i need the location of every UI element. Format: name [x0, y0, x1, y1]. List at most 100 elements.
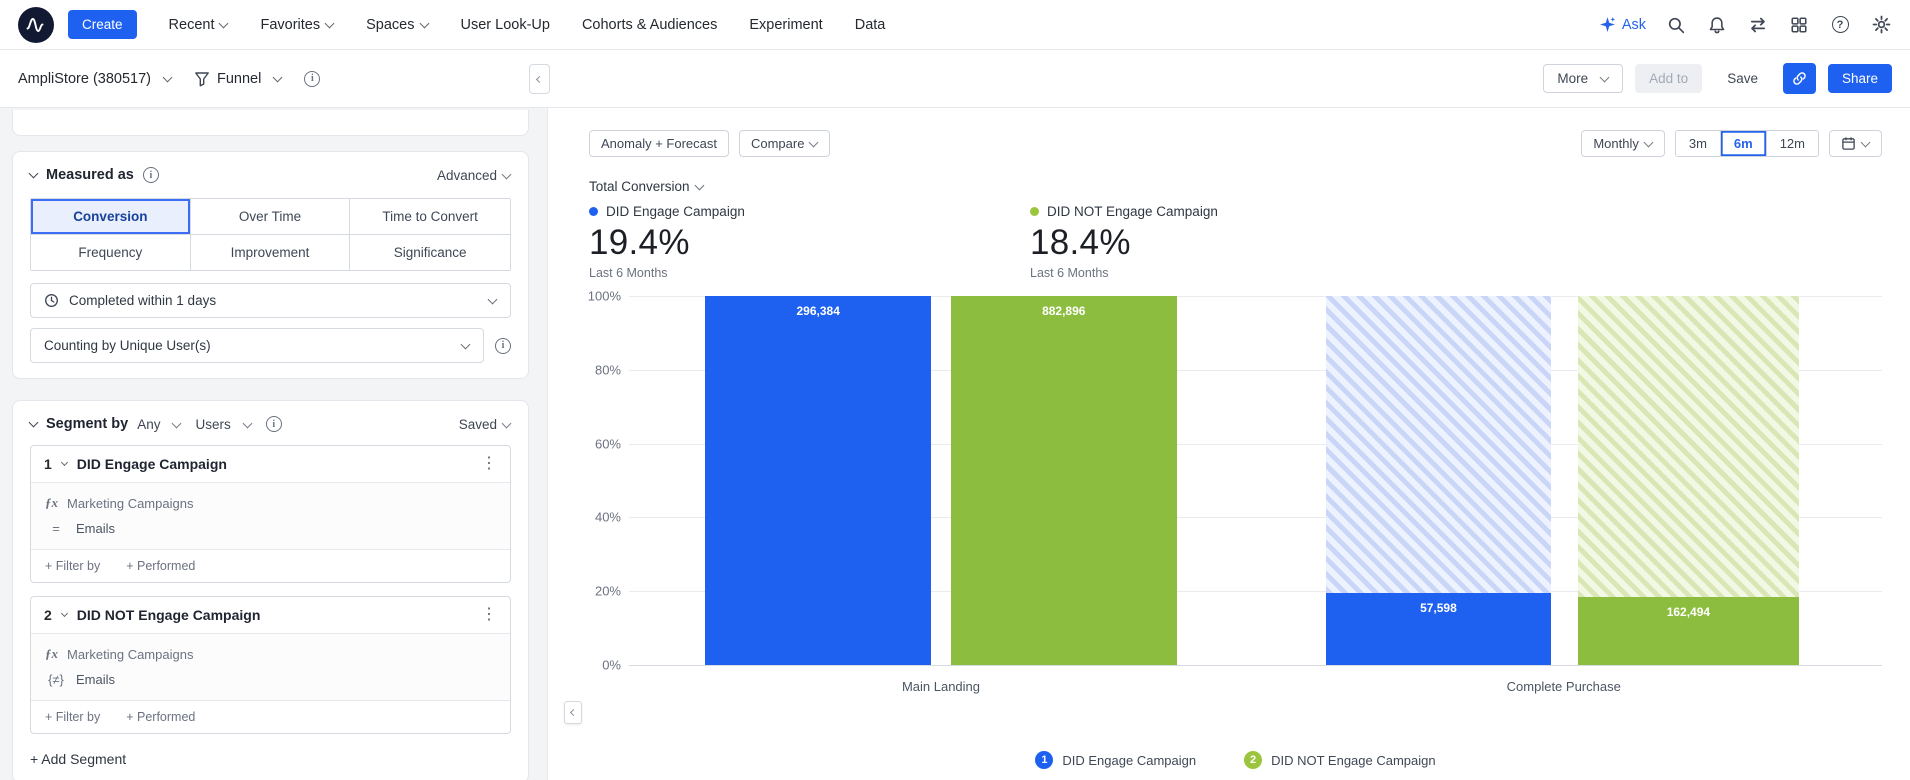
- funnel-chart: 100% 80% 60% 40% 20% 0% 296,384 882,896 …: [588, 289, 1882, 673]
- add-filter-button[interactable]: + Filter by: [45, 559, 100, 573]
- segment-index: 2: [44, 607, 52, 623]
- add-filter-button[interactable]: + Filter by: [45, 710, 100, 724]
- panel-collapse-button[interactable]: [564, 701, 582, 724]
- bar-value-label: 57,598: [1420, 601, 1457, 616]
- add-performed-button[interactable]: + Performed: [126, 710, 195, 724]
- add-to-button[interactable]: Add to: [1635, 64, 1703, 93]
- segment-value-row[interactable]: = Emails: [31, 516, 510, 541]
- total-conversion-dropdown[interactable]: Total Conversion: [589, 179, 705, 194]
- copy-link-button[interactable]: [1782, 63, 1816, 94]
- date-range-toggle: 3m 6m 12m: [1674, 130, 1819, 157]
- ask-ai-button[interactable]: Ask: [1599, 16, 1646, 33]
- range-6m[interactable]: 6m: [1721, 131, 1767, 156]
- chart-panel: Anomaly + Forecast Compare Monthly 3m 6m…: [547, 108, 1910, 780]
- tab-improvement[interactable]: Improvement: [190, 235, 351, 270]
- nav-spaces[interactable]: Spaces: [366, 17, 429, 33]
- chart-type-selector[interactable]: Funnel: [194, 71, 283, 87]
- nav-experiment[interactable]: Experiment: [749, 17, 822, 33]
- chart-info-icon[interactable]: [304, 70, 321, 87]
- range-3m[interactable]: 3m: [1676, 131, 1721, 156]
- search-icon[interactable]: [1665, 14, 1687, 36]
- measured-as-title: Measured as: [46, 167, 134, 183]
- calendar-dropdown[interactable]: [1829, 130, 1882, 157]
- add-segment-button[interactable]: + Add Segment: [30, 751, 511, 767]
- more-button[interactable]: More: [1543, 64, 1624, 93]
- clock-icon: [45, 294, 58, 307]
- notifications-bell-icon[interactable]: [1706, 14, 1728, 36]
- segment-info-icon[interactable]: [265, 416, 282, 432]
- tab-conversion[interactable]: Conversion: [31, 199, 191, 235]
- x-tick-main-landing: Main Landing: [901, 679, 981, 694]
- nav-favorites[interactable]: Favorites: [260, 17, 335, 33]
- segment-1: 1 DID Engage Campaign Marketing Campaign…: [30, 445, 511, 583]
- conversion-window-selector[interactable]: Completed within 1 days: [30, 283, 511, 318]
- segment-property-row[interactable]: Marketing Campaigns: [31, 641, 510, 667]
- x-tick-complete-purchase: Complete Purchase: [1506, 679, 1621, 694]
- segment-name[interactable]: DID Engage Campaign: [77, 456, 471, 472]
- operator[interactable]: {≠}: [45, 672, 67, 687]
- chevron-down-icon[interactable]: [60, 458, 68, 467]
- tab-time-to-convert[interactable]: Time to Convert: [350, 199, 510, 235]
- interval-dropdown[interactable]: Monthly: [1581, 130, 1665, 157]
- advanced-dropdown[interactable]: Advanced: [437, 168, 512, 183]
- help-icon[interactable]: [1829, 14, 1851, 36]
- segment-users-dropdown[interactable]: Users: [195, 417, 253, 432]
- tab-frequency[interactable]: Frequency: [31, 235, 191, 270]
- navbar-right-actions: Ask: [1599, 14, 1892, 36]
- segment-menu-icon[interactable]: [481, 456, 497, 472]
- legend-did-not-engage[interactable]: 2 DID NOT Engage Campaign: [1244, 751, 1436, 769]
- segment-menu-icon[interactable]: [481, 607, 497, 623]
- series-dot-icon: [1030, 207, 1039, 216]
- compare-dropdown[interactable]: Compare: [738, 130, 831, 157]
- y-tick: 60%: [594, 436, 621, 452]
- sync-swap-icon[interactable]: [1747, 14, 1769, 36]
- collapse-caret-icon[interactable]: [28, 417, 39, 428]
- share-button[interactable]: Share: [1827, 64, 1892, 93]
- counting-by-info-icon[interactable]: [495, 337, 511, 354]
- metric-period: Last 6 Months: [589, 266, 668, 280]
- bar-value-label: 296,384: [796, 304, 840, 318]
- nav-cohorts-audiences[interactable]: Cohorts & Audiences: [582, 17, 717, 33]
- counting-by-selector[interactable]: Counting by Unique User(s): [30, 328, 484, 363]
- operator[interactable]: =: [45, 521, 67, 536]
- range-12m[interactable]: 12m: [1767, 131, 1818, 156]
- bar-did-engage-step2[interactable]: 57,598: [1325, 296, 1552, 665]
- measured-as-info-icon[interactable]: [142, 167, 159, 183]
- chevron-down-icon[interactable]: [60, 609, 68, 618]
- segment-value-row[interactable]: {≠} Emails: [31, 667, 510, 692]
- nav-recent[interactable]: Recent: [169, 17, 229, 33]
- segment-any-dropdown[interactable]: Any: [137, 417, 182, 432]
- segment-name[interactable]: DID NOT Engage Campaign: [77, 607, 471, 623]
- nav-data[interactable]: Data: [855, 17, 886, 33]
- property-fx-icon: [45, 646, 58, 662]
- saved-segments-dropdown[interactable]: Saved: [459, 417, 512, 432]
- save-button[interactable]: Save: [1714, 65, 1771, 92]
- legend-did-engage[interactable]: 1 DID Engage Campaign: [1035, 751, 1196, 769]
- apps-grid-icon[interactable]: [1788, 14, 1810, 36]
- bar-did-not-engage-step1[interactable]: 882,896: [951, 296, 1177, 665]
- collapse-caret-icon[interactable]: [28, 168, 39, 179]
- segment-property-row[interactable]: Marketing Campaigns: [31, 490, 510, 516]
- y-tick: 20%: [594, 583, 621, 599]
- anomaly-forecast-button[interactable]: Anomaly + Forecast: [589, 130, 729, 157]
- project-selector[interactable]: AmpliStore (380517): [18, 71, 173, 87]
- create-button[interactable]: Create: [68, 10, 137, 39]
- chart-legend: 1 DID Engage Campaign 2 DID NOT Engage C…: [589, 751, 1882, 769]
- sidebar-collapse-button[interactable]: [529, 64, 550, 94]
- property-fx-icon: [45, 495, 58, 511]
- nav-user-lookup[interactable]: User Look-Up: [461, 17, 550, 33]
- bar-fill: 882,896: [951, 296, 1177, 665]
- bar-remainder: [1577, 296, 1800, 598]
- bar-did-engage-step1[interactable]: 296,384: [705, 296, 931, 665]
- bar-did-not-engage-step2[interactable]: 162,494: [1577, 296, 1800, 665]
- legend-badge-1: 1: [1035, 751, 1054, 769]
- bar-fill: 57,598: [1325, 593, 1552, 665]
- amplitude-logo-icon[interactable]: [18, 6, 54, 43]
- tab-over-time[interactable]: Over Time: [190, 199, 351, 235]
- tab-significance[interactable]: Significance: [350, 235, 510, 270]
- bar-value-label: 162,494: [1666, 605, 1711, 620]
- settings-gear-icon[interactable]: [1870, 14, 1892, 36]
- metric-name: DID NOT Engage Campaign: [1047, 204, 1218, 219]
- add-performed-button[interactable]: + Performed: [126, 559, 195, 573]
- y-tick: 100%: [587, 288, 621, 304]
